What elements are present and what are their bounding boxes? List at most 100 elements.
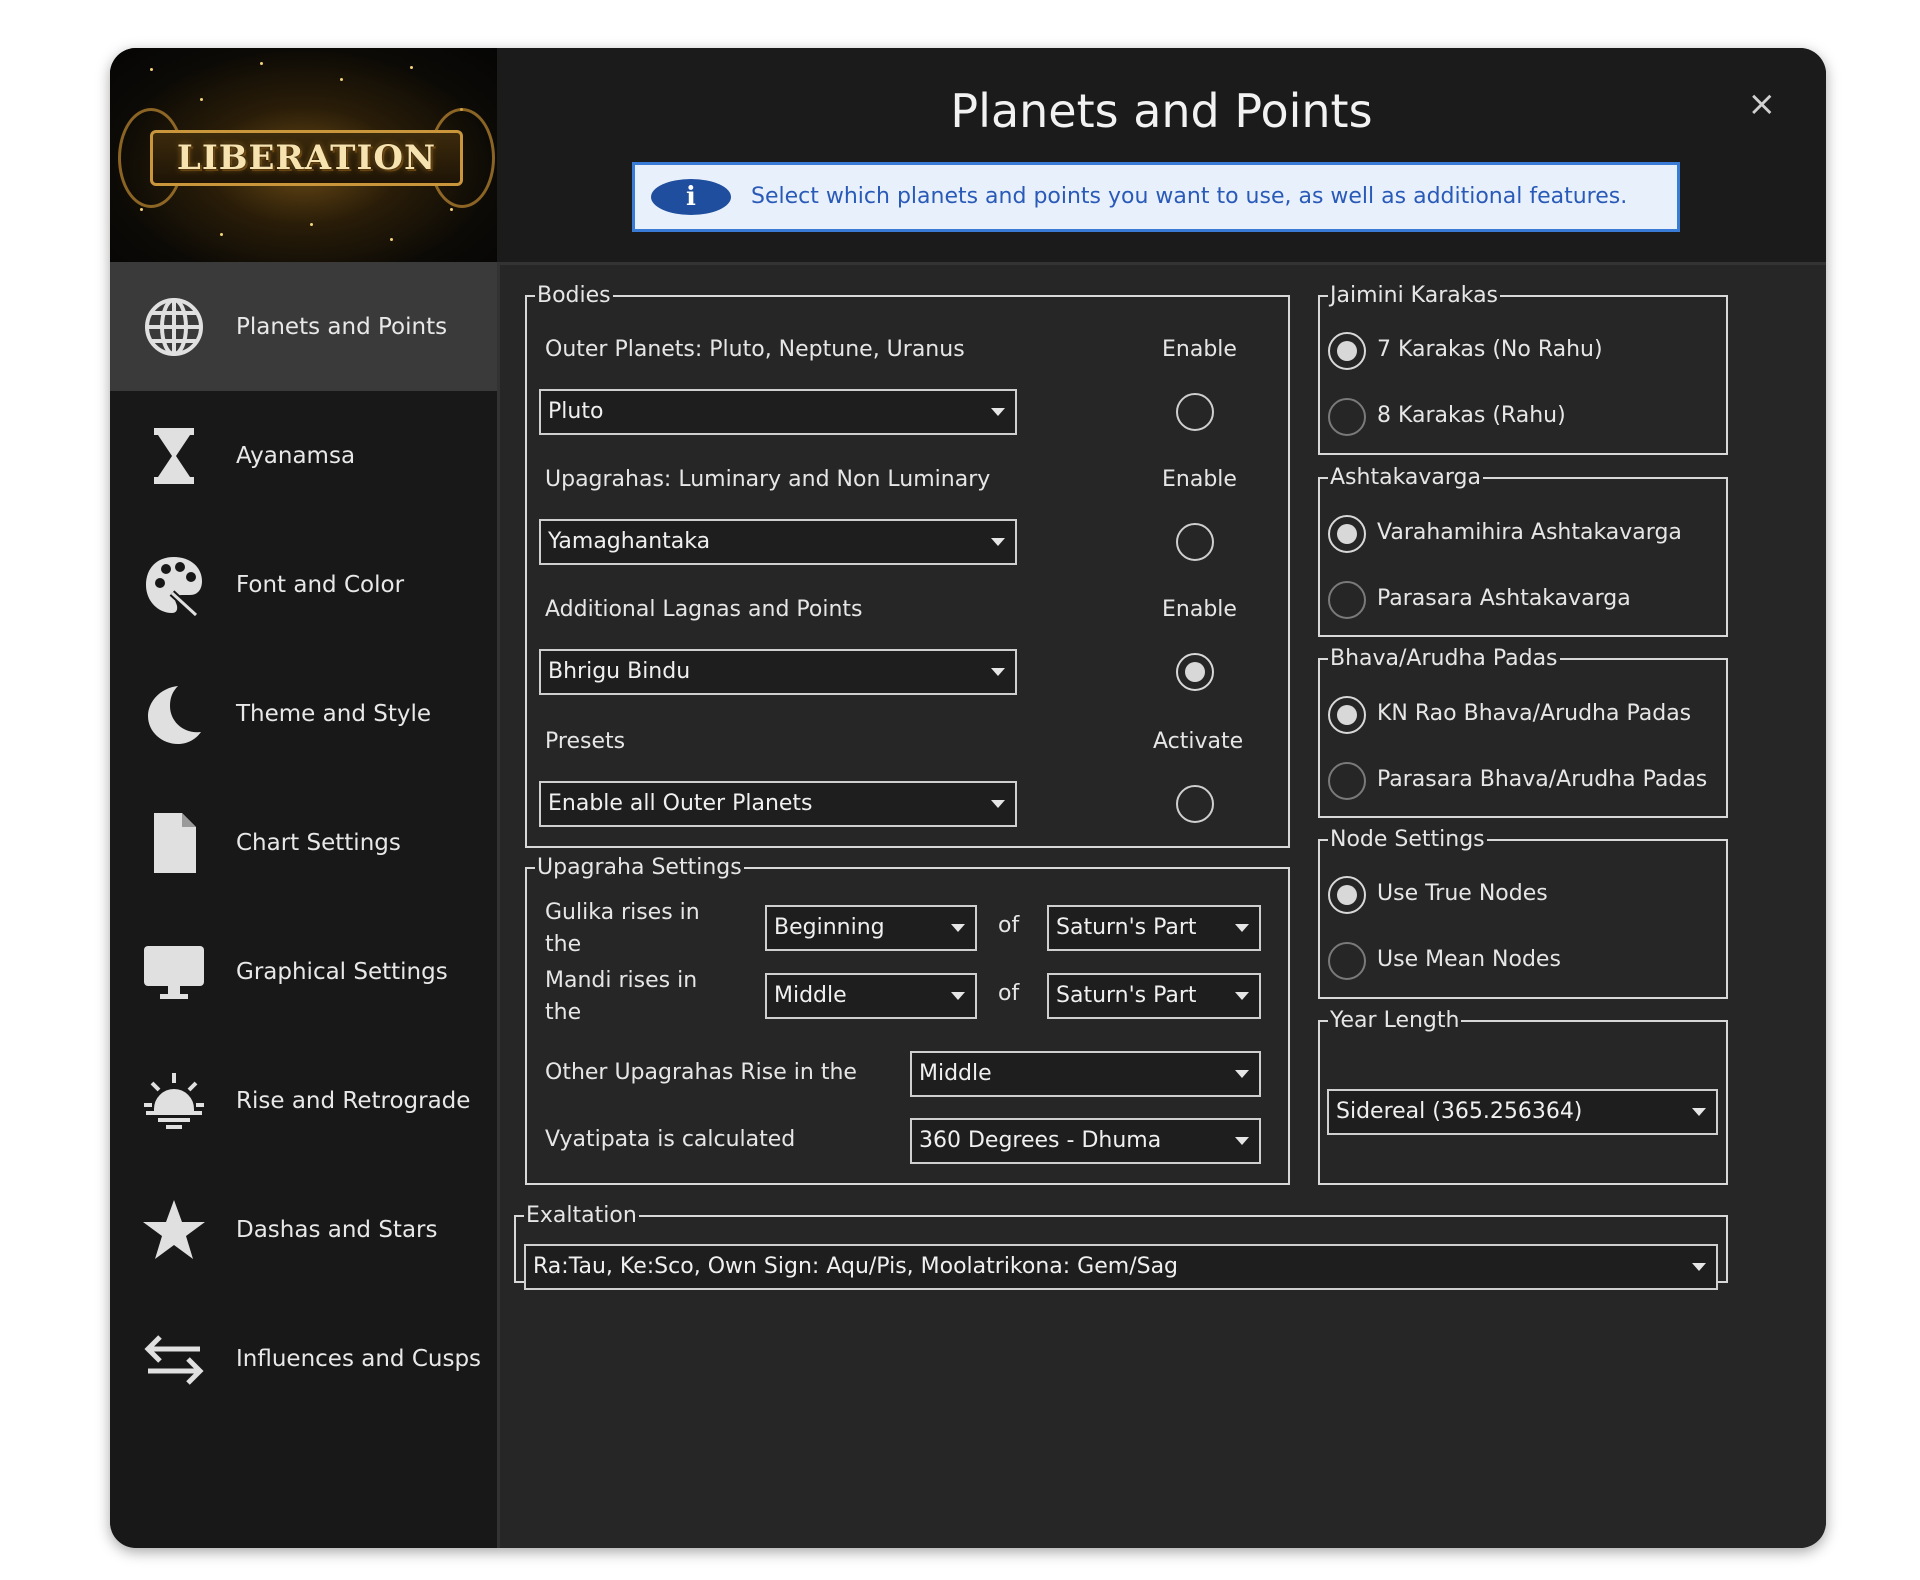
sidebar-item-ayanamsa[interactable]: Ayanamsa	[110, 391, 497, 520]
karakas-7-radio[interactable]	[1328, 332, 1366, 370]
outer-planets-enable-toggle[interactable]	[1176, 393, 1214, 431]
logo-text: LIBERATION	[150, 130, 463, 186]
vyatipata-label: Vyatipata is calculated	[545, 1127, 796, 1152]
chevron-down-icon	[1235, 1137, 1249, 1145]
true-nodes-radio[interactable]	[1328, 876, 1366, 914]
page-title: Planets and Points	[950, 84, 1373, 138]
enable-label: Enable	[1162, 337, 1237, 362]
chevron-down-icon	[991, 668, 1005, 676]
info-banner: i Select which planets and points you wa…	[632, 162, 1680, 232]
group-legend: Bhava/Arudha Padas	[1330, 646, 1558, 671]
parasara-padas-label: Parasara Bhava/Arudha Padas	[1377, 767, 1708, 792]
globe-icon	[142, 295, 206, 359]
sunrise-icon	[142, 1069, 206, 1133]
arrows-swap-icon	[142, 1327, 206, 1391]
sidebar-item-label: Rise and Retrograde	[236, 1087, 471, 1114]
document-icon	[142, 811, 206, 875]
group-legend: Upagraha Settings	[537, 855, 742, 880]
sidebar-item-influences-and-cusps[interactable]: Influences and Cusps	[110, 1294, 497, 1423]
kn-rao-radio[interactable]	[1328, 696, 1366, 734]
other-upagrahas-label: Other Upagrahas Rise in the	[545, 1060, 857, 1085]
select-value: Bhrigu Bindu	[548, 659, 691, 684]
sidebar-item-planets-and-points[interactable]: Planets and Points	[110, 262, 497, 391]
mean-nodes-radio[interactable]	[1328, 942, 1366, 980]
karakas-8-label: 8 Karakas (Rahu)	[1377, 403, 1566, 428]
group-legend: Ashtakavarga	[1330, 465, 1482, 490]
additional-lagnas-select[interactable]: Bhrigu Bindu	[539, 649, 1017, 695]
enable-label: Enable	[1162, 467, 1237, 492]
sidebar-item-label: Ayanamsa	[236, 442, 356, 469]
select-value: Middle	[774, 983, 847, 1008]
group-legend: Year Length	[1330, 1008, 1460, 1033]
chevron-down-icon	[991, 538, 1005, 546]
varahamihira-label: Varahamihira Ashtakavarga	[1377, 520, 1682, 545]
sidebar-item-label: Font and Color	[236, 571, 405, 598]
outer-planets-label: Outer Planets: Pluto, Neptune, Uranus	[545, 337, 965, 362]
mandi-label: Mandi rises in the	[545, 968, 698, 1025]
select-value: Yamaghantaka	[548, 529, 711, 554]
karakas-8-radio[interactable]	[1328, 398, 1366, 436]
true-nodes-label: Use True Nodes	[1377, 881, 1548, 906]
mean-nodes-label: Use Mean Nodes	[1377, 947, 1561, 972]
gulika-part-select[interactable]: Saturn's Part	[1047, 905, 1261, 951]
jaimini-karakas-group: Jaimini Karakas	[1318, 283, 1728, 455]
select-value: Saturn's Part	[1056, 983, 1197, 1008]
star-icon	[142, 1198, 206, 1262]
info-text: Select which planets and points you want…	[751, 184, 1628, 209]
ashtakavarga-group: Ashtakavarga	[1318, 465, 1728, 637]
select-value: Beginning	[774, 915, 885, 940]
other-upagrahas-select[interactable]: Middle	[910, 1051, 1261, 1097]
chevron-down-icon	[951, 924, 965, 932]
group-legend: Bodies	[537, 283, 611, 308]
additional-lagnas-enable-toggle[interactable]	[1176, 653, 1214, 691]
select-value: 360 Degrees - Dhuma	[919, 1128, 1162, 1153]
select-value: Sidereal (365.256364)	[1336, 1099, 1583, 1124]
vyatipata-select[interactable]: 360 Degrees - Dhuma	[910, 1118, 1261, 1164]
kn-rao-label: KN Rao Bhava/Arudha Padas	[1377, 701, 1692, 726]
varahamihira-radio[interactable]	[1328, 515, 1366, 553]
chevron-down-icon	[951, 992, 965, 1000]
settings-content: Bodies Outer Planets: Pluto, Neptune, Ur…	[497, 262, 1826, 1548]
select-value: Middle	[919, 1061, 992, 1086]
chevron-down-icon	[991, 800, 1005, 808]
gulika-position-select[interactable]: Beginning	[765, 905, 977, 951]
group-legend: Exaltation	[526, 1203, 637, 1228]
mandi-part-select[interactable]: Saturn's Part	[1047, 973, 1261, 1019]
sidebar-item-dashas-and-stars[interactable]: Dashas and Stars	[110, 1165, 497, 1294]
upagrahas-select[interactable]: Yamaghantaka	[539, 519, 1017, 565]
info-icon: i	[651, 179, 731, 215]
hourglass-icon	[142, 424, 206, 488]
karakas-7-label: 7 Karakas (No Rahu)	[1377, 337, 1603, 362]
monitor-icon	[142, 940, 206, 1004]
sidebar-item-chart-settings[interactable]: Chart Settings	[110, 778, 497, 907]
chevron-down-icon	[1692, 1263, 1706, 1271]
chevron-down-icon	[1235, 1070, 1249, 1078]
outer-planets-select[interactable]: Pluto	[539, 389, 1017, 435]
sidebar-item-label: Planets and Points	[236, 313, 448, 340]
sidebar-nav: Planets and Points Ayanamsa Font and Col…	[110, 262, 497, 1423]
chevron-down-icon	[991, 408, 1005, 416]
upagrahas-enable-toggle[interactable]	[1176, 523, 1214, 561]
parasara-padas-radio[interactable]	[1328, 762, 1366, 800]
group-legend: Node Settings	[1330, 827, 1485, 852]
of-label: of	[998, 913, 1020, 938]
close-icon[interactable]: ×	[1748, 84, 1777, 124]
presets-select[interactable]: Enable all Outer Planets	[539, 781, 1017, 827]
sidebar-item-graphical-settings[interactable]: Graphical Settings	[110, 907, 497, 1036]
group-legend: Jaimini Karakas	[1330, 283, 1499, 308]
presets-activate-toggle[interactable]	[1176, 785, 1214, 823]
parasara-ashtakavarga-label: Parasara Ashtakavarga	[1377, 586, 1631, 611]
year-length-select[interactable]: Sidereal (365.256364)	[1327, 1089, 1718, 1135]
sidebar-item-font-and-color[interactable]: Font and Color	[110, 520, 497, 649]
chevron-down-icon	[1235, 992, 1249, 1000]
sidebar-item-theme-and-style[interactable]: Theme and Style	[110, 649, 497, 778]
settings-window: LIBERATION Planets and Points Ayanamsa F…	[110, 48, 1826, 1548]
sidebar-item-label: Theme and Style	[236, 700, 431, 727]
exaltation-select[interactable]: Ra:Tau, Ke:Sco, Own Sign: Aqu/Pis, Moola…	[524, 1244, 1718, 1290]
sidebar: LIBERATION Planets and Points Ayanamsa F…	[110, 48, 497, 1548]
sidebar-item-label: Dashas and Stars	[236, 1216, 438, 1243]
mandi-position-select[interactable]: Middle	[765, 973, 977, 1019]
parasara-ashtakavarga-radio[interactable]	[1328, 581, 1366, 619]
enable-label: Enable	[1162, 597, 1237, 622]
sidebar-item-rise-and-retrograde[interactable]: Rise and Retrograde	[110, 1036, 497, 1165]
